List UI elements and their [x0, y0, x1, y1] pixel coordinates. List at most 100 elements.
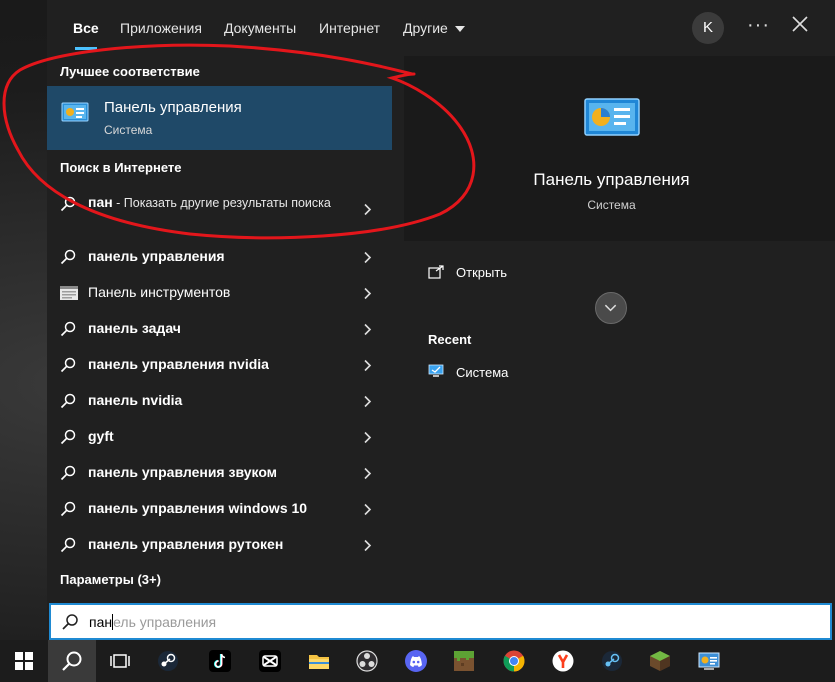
tab-documents[interactable]: Документы [224, 0, 296, 56]
chevron-down-icon [604, 304, 617, 312]
best-match-title: Панель управления [104, 99, 242, 116]
account-avatar[interactable]: K [692, 12, 724, 44]
steam-icon [602, 651, 622, 671]
list-item[interactable]: gyft [47, 419, 392, 455]
chevron-right-icon [364, 431, 372, 444]
chevron-right-icon [364, 251, 372, 264]
tiktok-icon [209, 650, 231, 672]
start-button[interactable] [0, 640, 48, 682]
search-input[interactable]: панель управления [49, 603, 832, 640]
list-item-label: панель задач [88, 320, 181, 336]
tab-label: Приложения [120, 20, 202, 36]
list-item-label: панель управления звуком [88, 464, 278, 480]
tab-more[interactable]: Другие [403, 0, 465, 56]
list-item-label: панель управления nvidia [88, 356, 269, 372]
web-search-suffix: - Показать другие результаты поиска [112, 196, 331, 210]
list-item-label: Панель инструментов [88, 284, 231, 300]
chevron-right-icon [364, 359, 372, 372]
obs-icon [356, 650, 378, 672]
list-item[interactable]: панель управления рутокен [47, 527, 392, 563]
control-panel-icon [584, 98, 640, 136]
taskbar-app-minecraft[interactable] [440, 640, 488, 682]
tab-web[interactable]: Интернет [319, 0, 380, 56]
taskbar-app-minecraft-launcher[interactable] [636, 640, 684, 682]
minecraft-launcher-icon [650, 651, 670, 671]
list-item[interactable]: панель управления [47, 239, 392, 275]
recent-section: Recent Система [404, 307, 835, 604]
discord-icon [405, 650, 427, 672]
search-icon [60, 393, 76, 409]
search-icon [60, 357, 76, 373]
recent-item[interactable]: Система [456, 365, 508, 380]
chevron-right-icon [364, 467, 372, 480]
best-match-heading: Лучшее соответствие [60, 64, 200, 79]
task-view-button[interactable] [96, 640, 144, 682]
list-item[interactable]: панель управления звуком [47, 455, 392, 491]
search-icon [60, 196, 76, 212]
more-options-button[interactable]: ··· [747, 14, 770, 37]
list-item[interactable]: панель nvidia [47, 383, 392, 419]
search-icon [60, 321, 76, 337]
taskbar-app-obs[interactable] [343, 640, 391, 682]
close-icon[interactable] [789, 13, 811, 35]
search-icon [62, 614, 78, 630]
expand-button[interactable] [595, 292, 627, 324]
web-search-query: пан [88, 194, 113, 210]
search-icon [60, 249, 76, 265]
steam-icon [158, 651, 178, 671]
search-icon [60, 501, 76, 517]
chevron-right-icon [364, 323, 372, 336]
minecraft-icon [454, 651, 474, 671]
taskbar [0, 640, 835, 682]
system-icon [428, 364, 444, 377]
taskbar-app-steam-2[interactable] [588, 640, 636, 682]
chevron-right-icon [364, 287, 372, 300]
tab-all[interactable]: Все [73, 0, 99, 56]
results-list: Лучшее соответствие Панель управления Си… [47, 56, 392, 604]
taskbar-app-yandex[interactable] [539, 640, 587, 682]
start-icon [15, 652, 33, 670]
search-autocomplete-hint: ель управления [113, 614, 217, 630]
search-typed-text: пан [89, 614, 113, 630]
open-label: Открыть [456, 265, 508, 280]
taskbar-app-explorer[interactable] [295, 640, 343, 682]
chevron-right-icon [364, 203, 372, 216]
web-search-result[interactable]: пан - Показать другие результаты поиска [47, 186, 392, 232]
taskbar-app-steam[interactable] [144, 640, 192, 682]
chrome-icon [503, 650, 525, 672]
search-text: панель управления [89, 614, 216, 630]
tab-label: Документы [224, 20, 297, 36]
list-item[interactable]: панель управления windows 10 [47, 491, 392, 527]
dropdown-arrow-icon [454, 26, 465, 33]
taskbar-app-discord[interactable] [392, 640, 440, 682]
tab-label: Другие [403, 20, 448, 36]
chevron-right-icon [364, 395, 372, 408]
taskbar-app-chrome[interactable] [490, 640, 538, 682]
best-match-result[interactable]: Панель управления Система [47, 86, 392, 150]
tab-apps[interactable]: Приложения [120, 0, 202, 56]
search-tabs-bar: Все Приложения Документы Интернет Другие… [47, 0, 835, 56]
list-item-label: панель управления [88, 248, 225, 264]
taskbar-search-button[interactable] [48, 640, 96, 682]
list-item-label: gyft [88, 428, 114, 444]
taskbar-app-control-panel[interactable] [685, 640, 733, 682]
search-icon [62, 651, 82, 671]
result-preview-pane: Панель управления Система Открыть Recent… [404, 56, 835, 604]
yandex-browser-icon [552, 650, 574, 672]
start-search-window: Все Приложения Документы Интернет Другие… [47, 0, 835, 640]
taskbar-app-tiktok[interactable] [196, 640, 244, 682]
recent-heading: Recent [428, 332, 472, 347]
active-tab-indicator [75, 47, 97, 50]
list-item-label: панель управления рутокен [88, 536, 284, 552]
list-item[interactable]: Панель инструментов [47, 275, 392, 311]
preview-title: Панель управления [533, 170, 690, 189]
settings-heading[interactable]: Параметры (3+) [60, 572, 161, 587]
tab-label: Интернет [319, 20, 381, 36]
list-item[interactable]: панель задач [47, 311, 392, 347]
web-search-heading: Поиск в Интернете [60, 160, 182, 175]
taskbar-app-capcut[interactable] [246, 640, 294, 682]
chevron-right-icon [364, 539, 372, 552]
list-item[interactable]: панель управления nvidia [47, 347, 392, 383]
list-item-label: панель nvidia [88, 392, 183, 408]
chevron-right-icon [364, 503, 372, 516]
